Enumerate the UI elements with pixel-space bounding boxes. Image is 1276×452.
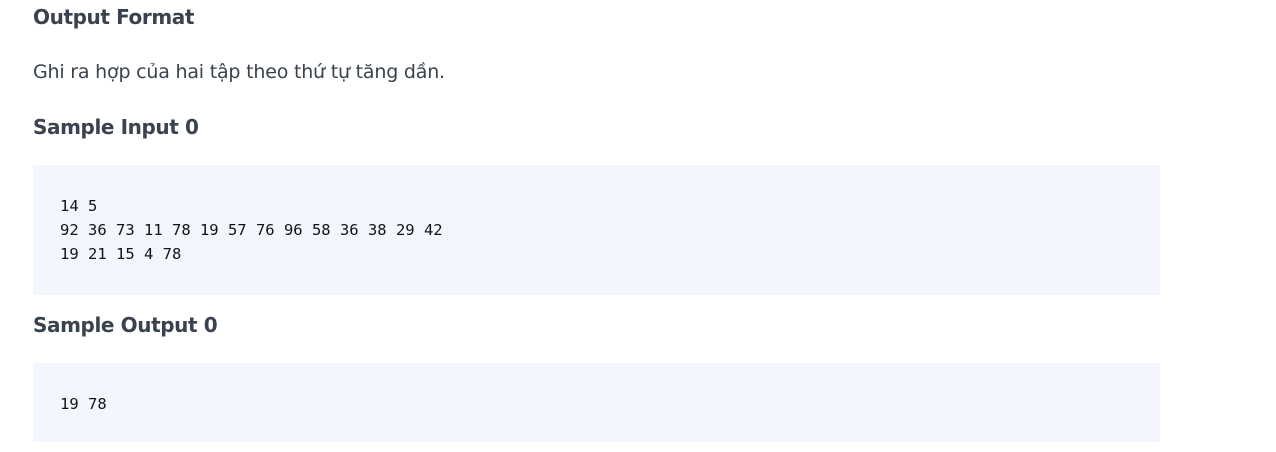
sample-input-line: 14 5: [60, 197, 98, 215]
sample-output-line: 19 78: [60, 395, 107, 413]
sample-input-code-block[interactable]: 14 5 92 36 73 11 78 19 57 76 96 58 36 38 …: [33, 165, 1160, 295]
sample-output-heading: Sample Output 0: [33, 313, 218, 337]
output-format-description: Ghi ra hợp của hai tập theo thứ tự tăng …: [33, 61, 445, 83]
sample-output-code-block[interactable]: 19 78: [33, 363, 1160, 442]
output-format-heading: Output Format: [33, 5, 195, 29]
sample-input-line: 19 21 15 4 78: [60, 245, 182, 263]
sample-input-heading: Sample Input 0: [33, 115, 199, 139]
sample-input-line: 92 36 73 11 78 19 57 76 96 58 36 38 29 4…: [60, 221, 443, 239]
